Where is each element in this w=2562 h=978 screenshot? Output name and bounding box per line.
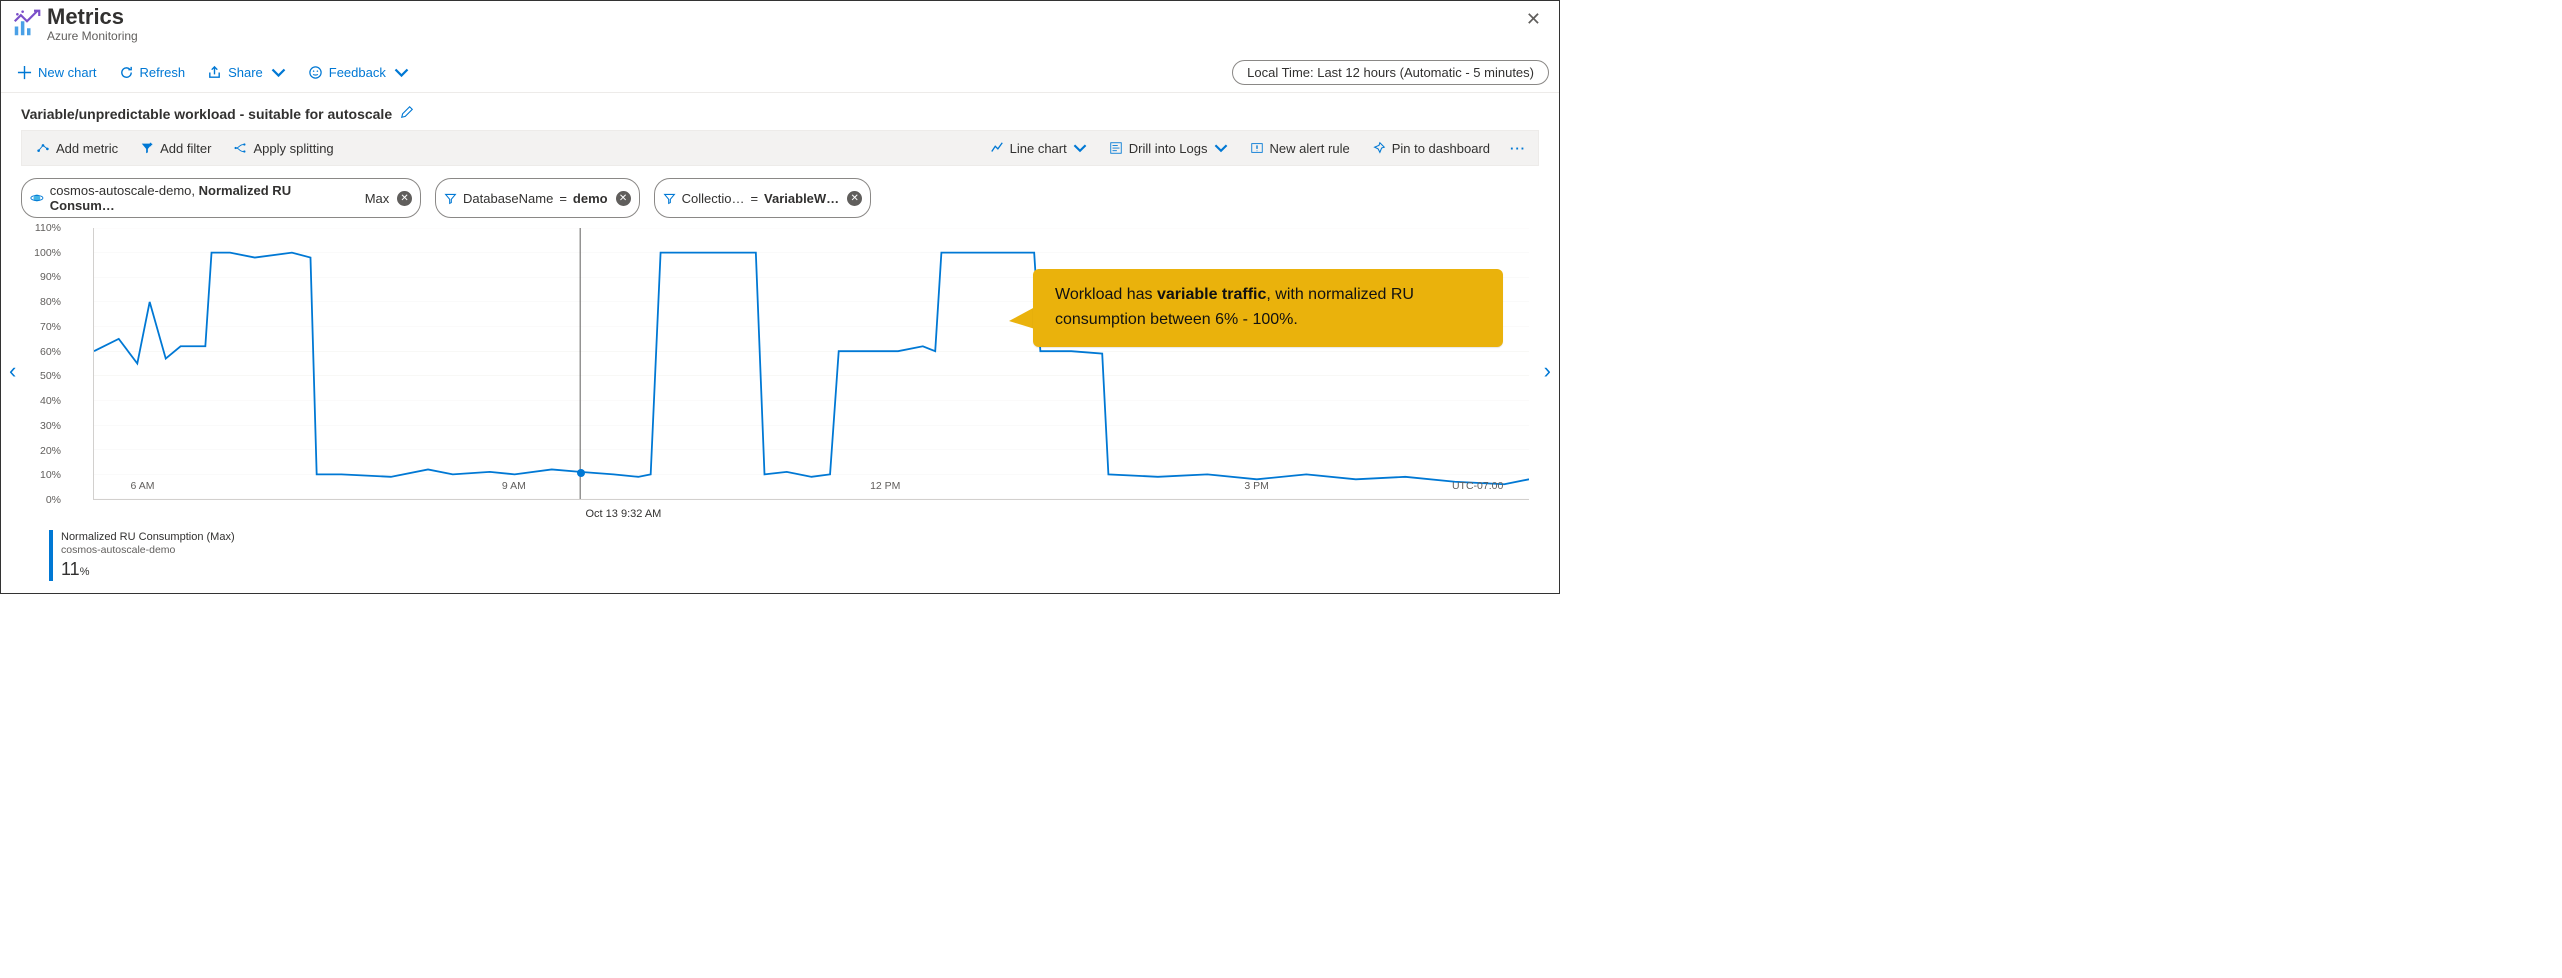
drill-logs-label: Drill into Logs xyxy=(1129,141,1208,156)
legend-subtitle: cosmos-autoscale-demo xyxy=(61,544,1539,558)
filter-icon xyxy=(444,192,457,205)
filter-plus-icon xyxy=(140,141,154,155)
chevron-down-icon xyxy=(1073,141,1087,155)
page-title: Metrics xyxy=(47,5,1518,29)
share-icon xyxy=(207,65,222,80)
cursor-time-label: Oct 13 9:32 AM xyxy=(586,508,662,520)
alert-icon xyxy=(1250,141,1264,155)
share-button[interactable]: Share xyxy=(201,61,292,84)
x-axis-labels: UTC-07:00 6 AM9 AM12 PM3 PM xyxy=(93,472,1529,500)
filter-pills-row: cosmos-autoscale-demo, Normalized RU Con… xyxy=(1,166,1559,222)
col-key: Collectio… xyxy=(682,191,745,206)
add-filter-button[interactable]: Add filter xyxy=(132,137,219,160)
add-filter-label: Add filter xyxy=(160,141,211,156)
apply-splitting-label: Apply splitting xyxy=(253,141,333,156)
page-header: Metrics Azure Monitoring ✕ xyxy=(1,1,1559,53)
logs-icon xyxy=(1109,141,1123,155)
remove-scope-button[interactable]: ✕ xyxy=(397,191,412,206)
database-filter-pill[interactable]: DatabaseName = demo ✕ xyxy=(435,178,640,218)
legend-value: 11% xyxy=(61,558,1539,581)
refresh-icon xyxy=(119,65,134,80)
feedback-label: Feedback xyxy=(329,65,386,80)
refresh-button[interactable]: Refresh xyxy=(113,61,192,84)
chevron-down-icon xyxy=(271,65,286,80)
new-alert-rule-button[interactable]: New alert rule xyxy=(1242,137,1358,160)
share-label: Share xyxy=(228,65,263,80)
add-metric-label: Add metric xyxy=(56,141,118,156)
pin-to-dashboard-button[interactable]: Pin to dashboard xyxy=(1364,137,1498,160)
col-eq: = xyxy=(750,191,758,206)
timezone-label: UTC-07:00 xyxy=(1452,480,1503,492)
db-val: demo xyxy=(573,191,608,206)
new-chart-label: New chart xyxy=(38,65,97,80)
legend-title: Normalized RU Consumption (Max) xyxy=(61,530,1539,544)
page-subtitle: Azure Monitoring xyxy=(47,29,1518,43)
time-range-picker[interactable]: Local Time: Last 12 hours (Automatic - 5… xyxy=(1232,60,1549,85)
chart-line-dots-icon xyxy=(36,141,50,155)
chevron-down-icon xyxy=(1214,141,1228,155)
filter-icon xyxy=(663,192,676,205)
pin-label: Pin to dashboard xyxy=(1392,141,1490,156)
chevron-down-icon xyxy=(394,65,409,80)
metrics-icon xyxy=(13,9,41,37)
pencil-icon xyxy=(400,105,414,119)
pin-icon xyxy=(1372,141,1386,155)
legend: Normalized RU Consumption (Max) cosmos-a… xyxy=(49,530,1539,581)
scope-text: cosmos-autoscale-demo, Normalized RU Con… xyxy=(50,183,355,213)
previous-time-range-arrow[interactable]: ‹ xyxy=(9,358,16,384)
close-button[interactable]: ✕ xyxy=(1518,5,1549,34)
new-alert-label: New alert rule xyxy=(1270,141,1350,156)
drill-into-logs-button[interactable]: Drill into Logs xyxy=(1101,137,1236,160)
time-range-label: Local Time: Last 12 hours (Automatic - 5… xyxy=(1247,65,1534,80)
db-eq: = xyxy=(559,191,567,206)
split-icon xyxy=(233,141,247,155)
remove-db-filter-button[interactable]: ✕ xyxy=(616,191,631,206)
cosmos-icon xyxy=(30,191,44,205)
new-chart-button[interactable]: New chart xyxy=(11,61,103,84)
scope-metric-pill[interactable]: cosmos-autoscale-demo, Normalized RU Con… xyxy=(21,178,421,218)
smile-icon xyxy=(308,65,323,80)
edit-title-button[interactable] xyxy=(400,105,414,122)
plus-icon xyxy=(17,65,32,80)
next-time-range-arrow[interactable]: › xyxy=(1544,358,1551,384)
remove-col-filter-button[interactable]: ✕ xyxy=(847,191,862,206)
refresh-label: Refresh xyxy=(140,65,186,80)
chart-toolbar: Add metric Add filter Apply splitting Li… xyxy=(21,130,1539,166)
col-val: VariableW… xyxy=(764,191,839,206)
db-key: DatabaseName xyxy=(463,191,553,206)
collection-filter-pill[interactable]: Collectio… = VariableW… ✕ xyxy=(654,178,872,218)
chart-type-label: Line chart xyxy=(1010,141,1067,156)
chart-type-dropdown[interactable]: Line chart xyxy=(982,137,1095,160)
more-options-button[interactable]: ··· xyxy=(1504,141,1532,156)
apply-splitting-button[interactable]: Apply splitting xyxy=(225,137,341,160)
scope-agg: Max xyxy=(365,191,390,206)
feedback-button[interactable]: Feedback xyxy=(302,61,415,84)
callout-tail xyxy=(1009,307,1035,329)
annotation-callout: Workload has variable traffic, with norm… xyxy=(1033,269,1503,347)
command-bar: New chart Refresh Share Feedback Local T… xyxy=(1,53,1559,93)
add-metric-button[interactable]: Add metric xyxy=(28,137,126,160)
chart-title: Variable/unpredictable workload - suitab… xyxy=(21,106,392,122)
line-chart-icon xyxy=(990,141,1004,155)
